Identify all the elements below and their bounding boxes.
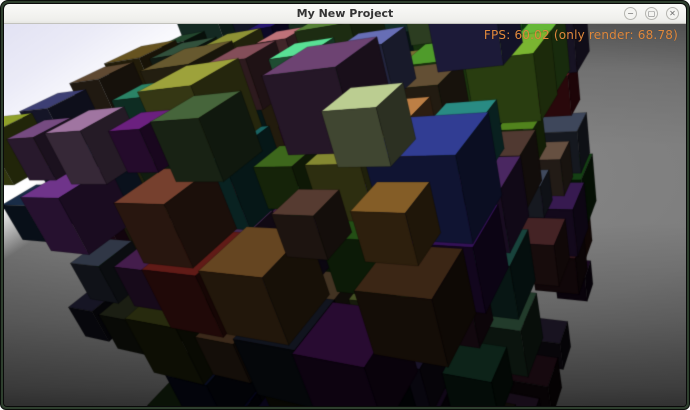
app-frame: My New Project − ▢ ✕ FPS: 60.02 (only re… [3,3,687,407]
render-viewport[interactable]: FPS: 60.02 (only render: 68.78) [4,24,686,406]
fps-counter: FPS: 60.02 (only render: 68.78) [484,28,678,42]
maximize-button[interactable]: ▢ [645,7,658,20]
window-controls: − ▢ ✕ [624,7,686,20]
minimize-icon: − [627,8,634,19]
scene-canvas[interactable] [4,24,686,406]
close-icon: ✕ [669,8,676,19]
app-window: My New Project − ▢ ✕ FPS: 60.02 (only re… [0,0,690,410]
maximize-icon: ▢ [648,8,656,19]
close-button[interactable]: ✕ [666,7,679,20]
minimize-button[interactable]: − [624,7,637,20]
titlebar[interactable]: My New Project − ▢ ✕ [4,4,686,24]
window-title: My New Project [4,4,686,23]
